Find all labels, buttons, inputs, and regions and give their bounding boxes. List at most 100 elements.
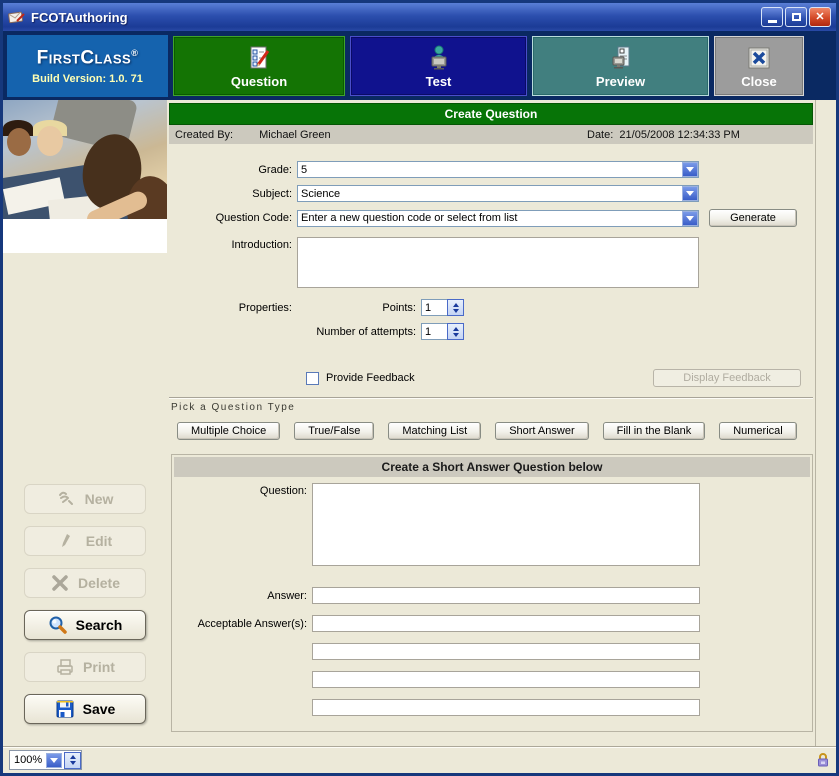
- nav-test-button[interactable]: Test: [350, 36, 527, 96]
- nav-preview-label: Preview: [596, 74, 645, 89]
- meta-bar: Created By: Michael Green Date: 21/05/20…: [169, 125, 813, 144]
- print-button[interactable]: Print: [24, 652, 146, 682]
- introduction-textarea[interactable]: [297, 237, 699, 288]
- created-by-label: Created By:: [175, 129, 233, 141]
- chevron-down-icon[interactable]: [682, 211, 698, 226]
- nav-close-button[interactable]: Close: [714, 36, 804, 96]
- type-numerical-button[interactable]: Numerical: [719, 422, 797, 440]
- minimize-icon: [768, 20, 777, 23]
- generate-button[interactable]: Generate: [709, 209, 797, 227]
- acceptable-answers-label: Acceptable Answer(s):: [172, 618, 312, 630]
- edit-pencil-icon: [58, 531, 78, 551]
- save-button[interactable]: Save: [24, 694, 146, 724]
- search-icon: [48, 615, 68, 635]
- question-label: Question:: [172, 483, 312, 497]
- new-icon: [57, 489, 77, 509]
- titlebar: FCOTAuthoring ✕: [3, 3, 836, 31]
- subject-value: Science: [298, 188, 682, 200]
- firstclass-logo-panel: FirstClass® Build Version: 1.0. 71: [7, 35, 168, 97]
- status-bar: 100%: [3, 746, 836, 773]
- nav-preview-button[interactable]: Preview: [532, 36, 709, 96]
- points-spinner[interactable]: [447, 299, 464, 316]
- attempts-spinner[interactable]: [447, 323, 464, 340]
- print-button-label: Print: [83, 659, 115, 675]
- nav-question-button[interactable]: Question: [173, 36, 345, 96]
- question-type-buttons: Multiple Choice True/False Matching List…: [169, 422, 813, 440]
- points-input[interactable]: [421, 299, 447, 316]
- search-button[interactable]: Search: [24, 610, 146, 640]
- close-window-button[interactable]: ✕: [809, 7, 831, 27]
- chevron-down-icon[interactable]: [682, 162, 698, 177]
- question-checklist-icon: [246, 45, 272, 71]
- question-code-label: Question Code:: [169, 212, 297, 224]
- properties-label: Properties:: [169, 302, 297, 314]
- nav-test-label: Test: [426, 74, 452, 89]
- nav-close-label: Close: [741, 74, 776, 89]
- type-multiple-choice-button[interactable]: Multiple Choice: [177, 422, 280, 440]
- delete-x-icon: [50, 573, 70, 593]
- provide-feedback-checkbox[interactable]: [306, 372, 319, 385]
- delete-button-label: Delete: [78, 575, 120, 591]
- grade-select[interactable]: 5: [297, 161, 699, 178]
- attempts-label: Number of attempts:: [297, 326, 421, 338]
- search-button-label: Search: [76, 617, 123, 633]
- sidebar: New Edit Delete: [3, 100, 167, 746]
- header-toolbar: FirstClass® Build Version: 1.0. 71 Quest…: [3, 31, 836, 100]
- build-version: Build Version: 1.0. 71: [7, 73, 168, 85]
- close-x-icon: [746, 45, 772, 71]
- provide-feedback-label: Provide Feedback: [326, 372, 415, 384]
- zoom-chevron-down-icon[interactable]: [46, 753, 62, 768]
- type-matching-list-button[interactable]: Matching List: [388, 422, 481, 440]
- classroom-photo: [3, 100, 167, 253]
- type-true-false-button[interactable]: True/False: [294, 422, 374, 440]
- attempts-input[interactable]: [421, 323, 447, 340]
- type-fill-in-the-blank-button[interactable]: Fill in the Blank: [603, 422, 706, 440]
- date-label: Date:: [587, 129, 613, 141]
- answer-label: Answer:: [172, 590, 312, 602]
- close-icon: ✕: [815, 12, 824, 23]
- acceptable-answer-input-4[interactable]: [312, 699, 700, 716]
- lock-icon: [816, 752, 830, 768]
- firstclass-app-icon: [8, 9, 26, 25]
- answer-input[interactable]: [312, 587, 700, 604]
- grade-label: Grade:: [169, 164, 297, 176]
- date-value: 21/05/2008 12:34:33 PM: [619, 129, 739, 141]
- sidebar-buttons: New Edit Delete: [3, 484, 167, 736]
- print-icon: [55, 657, 75, 677]
- app-window: FCOTAuthoring ✕ FirstClass® Build Versio…: [0, 0, 839, 776]
- introduction-label: Introduction:: [169, 237, 297, 251]
- create-question-panel: Create Question Created By: Michael Gree…: [167, 100, 816, 746]
- acceptable-answer-input-1[interactable]: [312, 615, 700, 632]
- nav-question-label: Question: [231, 74, 287, 89]
- save-floppy-icon: [55, 699, 75, 719]
- subject-label: Subject:: [169, 188, 297, 200]
- new-button-label: New: [85, 491, 114, 507]
- new-button[interactable]: New: [24, 484, 146, 514]
- short-answer-panel: Create a Short Answer Question below Que…: [171, 454, 813, 732]
- firstclass-logo: FirstClass®: [7, 44, 168, 67]
- minimize-button[interactable]: [761, 7, 783, 27]
- subject-select[interactable]: Science: [297, 185, 699, 202]
- question-textarea[interactable]: [312, 483, 700, 566]
- maximize-button[interactable]: [785, 7, 807, 27]
- page-title: Create Question: [169, 103, 813, 125]
- points-label: Points:: [297, 302, 421, 314]
- zoom-control[interactable]: 100%: [9, 750, 82, 770]
- acceptable-answer-input-2[interactable]: [312, 643, 700, 660]
- question-code-value: Enter a new question code or select from…: [298, 212, 682, 224]
- display-feedback-button[interactable]: Display Feedback: [653, 369, 801, 387]
- main-area: New Edit Delete: [3, 100, 836, 746]
- acceptable-answer-input-3[interactable]: [312, 671, 700, 688]
- created-by-value: Michael Green: [259, 129, 331, 141]
- test-person-icon: [426, 45, 452, 71]
- type-short-answer-button[interactable]: Short Answer: [495, 422, 588, 440]
- short-answer-header: Create a Short Answer Question below: [174, 457, 810, 477]
- question-code-select[interactable]: Enter a new question code or select from…: [297, 210, 699, 227]
- window-title: FCOTAuthoring: [31, 10, 128, 25]
- edit-button[interactable]: Edit: [24, 526, 146, 556]
- chevron-down-icon[interactable]: [682, 186, 698, 201]
- zoom-level: 100%: [14, 754, 46, 766]
- maximize-icon: [792, 13, 801, 21]
- delete-button[interactable]: Delete: [24, 568, 146, 598]
- zoom-spinner[interactable]: [64, 752, 81, 769]
